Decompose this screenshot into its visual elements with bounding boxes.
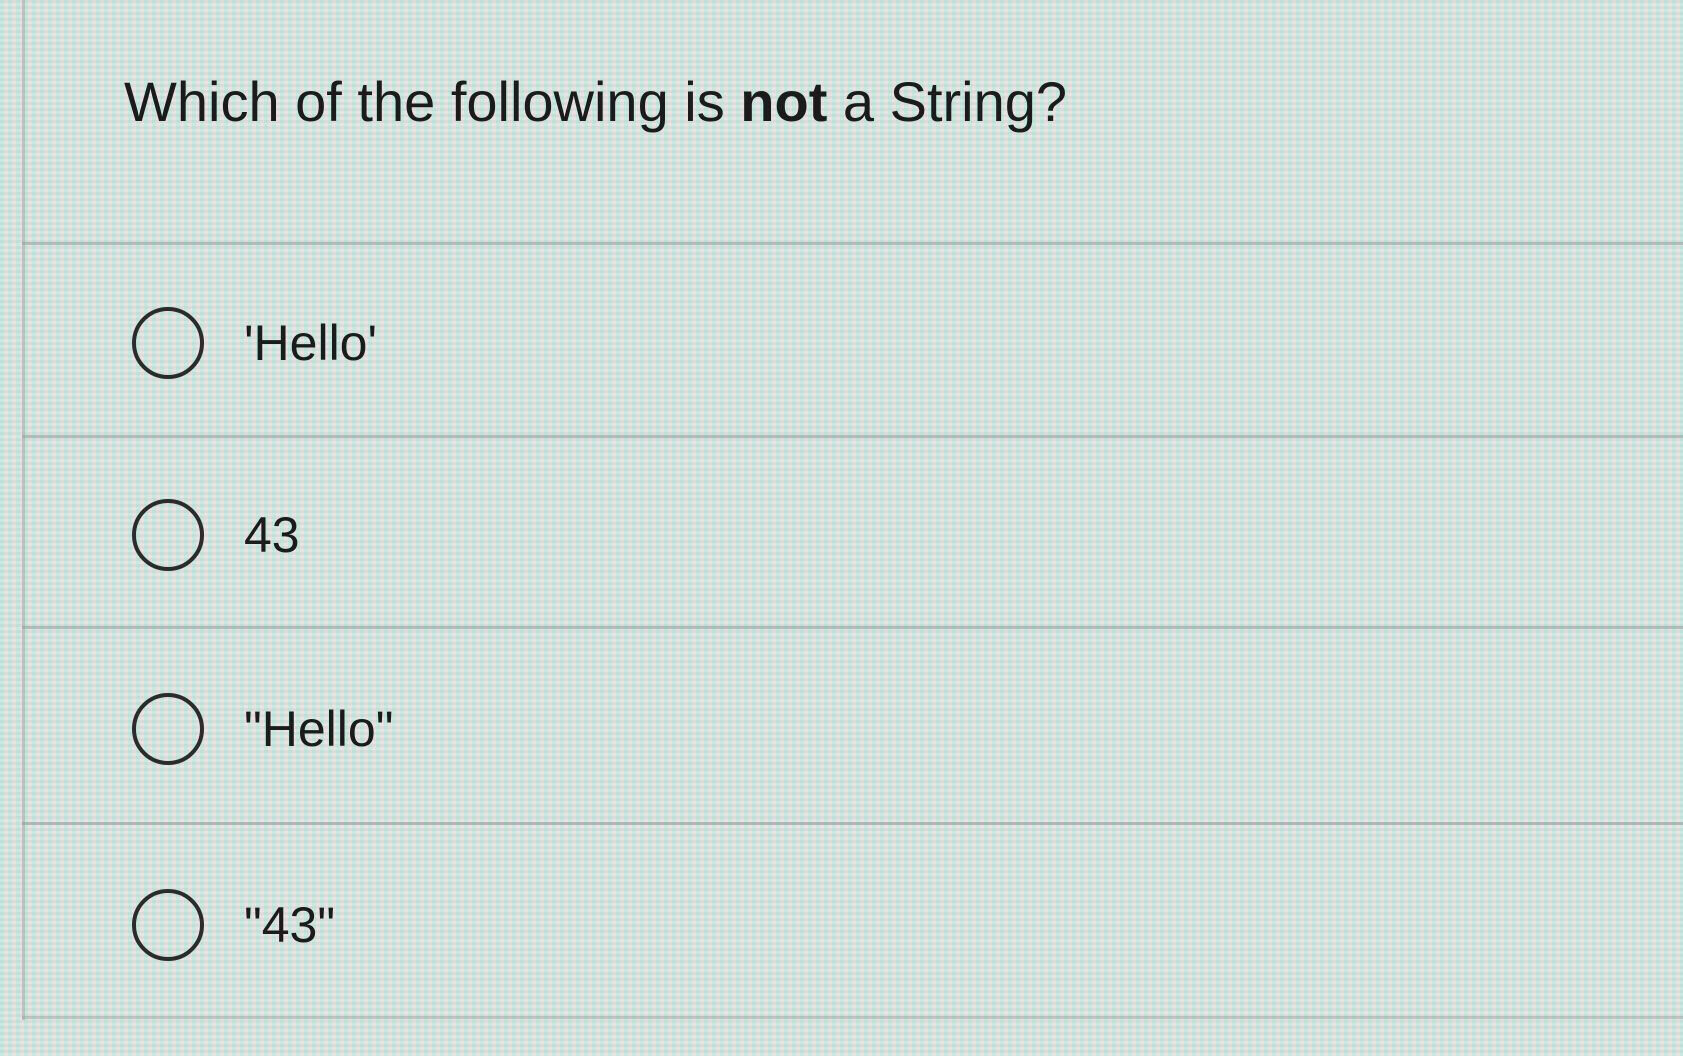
question-text-start: Which of the following is (124, 70, 741, 133)
answer-divider (22, 626, 1683, 629)
answer-option-label: "Hello" (244, 701, 394, 757)
question-emphasis: not (740, 70, 828, 133)
panel-bottom-border (22, 1016, 1683, 1019)
question-text: Which of the following is not a String? (124, 66, 1067, 138)
answer-option-label: 43 (244, 507, 300, 563)
answer-option-label: "43" (244, 897, 336, 953)
radio-button[interactable] (132, 499, 204, 571)
answer-divider (22, 822, 1683, 825)
question-text-end: a String? (827, 70, 1068, 133)
answer-option[interactable]: "43" (132, 880, 335, 970)
answer-divider (22, 242, 1683, 245)
answer-divider (22, 435, 1683, 438)
radio-button[interactable] (132, 693, 204, 765)
answer-option[interactable]: 'Hello' (132, 298, 377, 388)
answer-option[interactable]: 43 (132, 490, 300, 580)
answer-option[interactable]: "Hello" (132, 684, 393, 774)
answer-option-label: 'Hello' (244, 315, 378, 371)
radio-button[interactable] (132, 889, 204, 961)
panel-left-border (22, 0, 25, 1020)
radio-button[interactable] (132, 307, 204, 379)
